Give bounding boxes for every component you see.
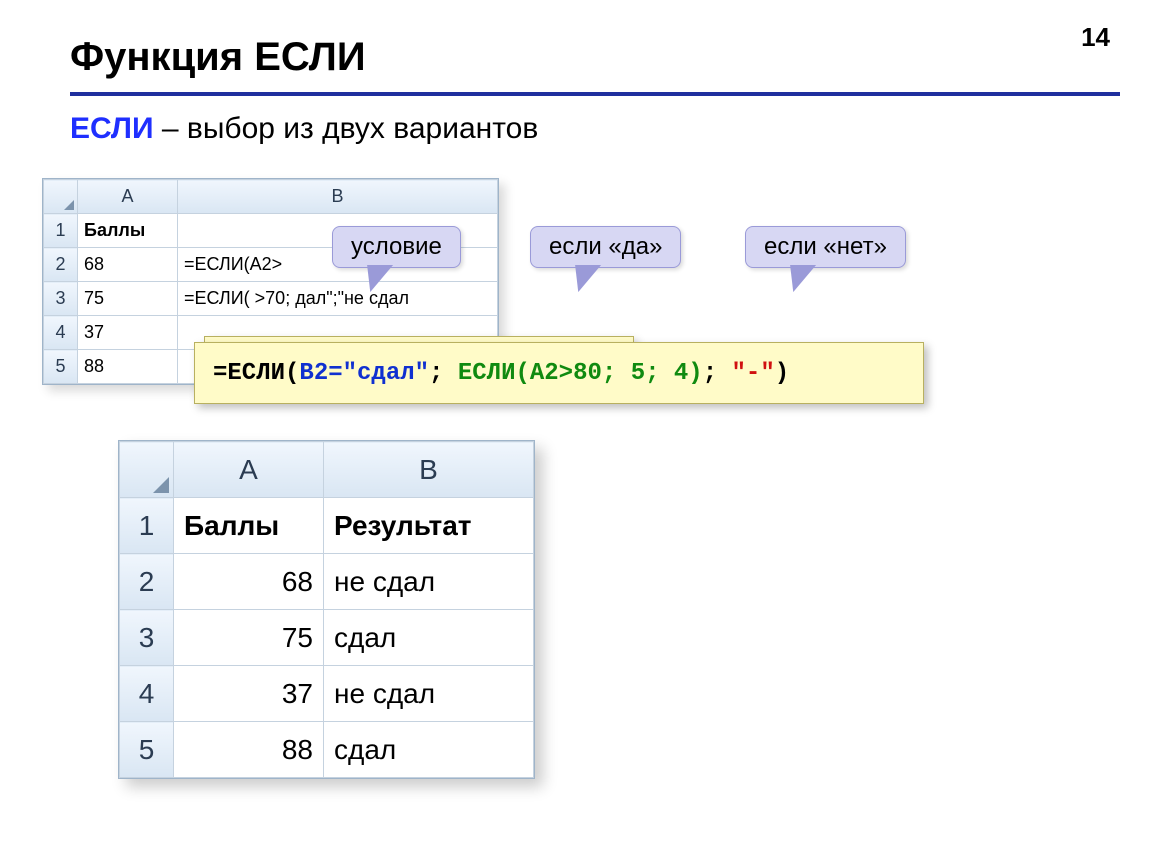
- title-underline: [70, 92, 1120, 96]
- subtitle-keyword: ЕСЛИ: [70, 112, 154, 145]
- callout-label: условие: [351, 233, 442, 260]
- formula-true-branch: ЕСЛИ(A2>80; 5; 4): [458, 360, 703, 387]
- col-header-B[interactable]: B: [324, 442, 534, 498]
- cell-A4[interactable]: 37: [78, 316, 178, 350]
- cell-A4[interactable]: 37: [174, 666, 324, 722]
- callout-if-no: если «нет»: [745, 226, 906, 268]
- col-header-A[interactable]: A: [78, 180, 178, 214]
- select-all-corner[interactable]: [120, 442, 174, 498]
- row-header[interactable]: 1: [44, 214, 78, 248]
- cell-A3[interactable]: 75: [174, 610, 324, 666]
- callout-tail-icon: [781, 266, 814, 292]
- row-header[interactable]: 4: [44, 316, 78, 350]
- cell-B5[interactable]: сдал: [324, 722, 534, 778]
- formula-part: ;: [429, 360, 458, 387]
- formula-part: ;: [703, 360, 732, 387]
- callout-condition: условие: [332, 226, 461, 268]
- select-all-corner[interactable]: [44, 180, 78, 214]
- row-header[interactable]: 5: [44, 350, 78, 384]
- row-header[interactable]: 3: [120, 610, 174, 666]
- formula-part: ): [775, 360, 789, 387]
- col-header-B[interactable]: B: [178, 180, 498, 214]
- cell-B3[interactable]: сдал: [324, 610, 534, 666]
- subtitle: ЕСЛИ – выбор из двух вариантов: [70, 112, 538, 146]
- callout-label: если «да»: [549, 233, 662, 260]
- callout-tail-icon: [566, 266, 599, 292]
- row-header[interactable]: 5: [120, 722, 174, 778]
- row-header[interactable]: 2: [120, 554, 174, 610]
- cell-A3[interactable]: 75: [78, 282, 178, 316]
- formula-box: =ЕСЛИ(B2="сдал"; ЕСЛИ(A2>80; 5; 4); "-"): [194, 342, 924, 404]
- formula-part: =ЕСЛИ(: [213, 360, 299, 387]
- cell-A2[interactable]: 68: [174, 554, 324, 610]
- page-number: 14: [1081, 22, 1110, 53]
- cell-B1[interactable]: Результат: [324, 498, 534, 554]
- row-header[interactable]: 3: [44, 282, 78, 316]
- row-header[interactable]: 1: [120, 498, 174, 554]
- cell-B3[interactable]: =ЕСЛИ( >70; дал";"не сдал: [178, 282, 498, 316]
- spreadsheet-bottom: A B 1 Баллы Результат 2 68 не сдал 3 75 …: [118, 440, 535, 779]
- callout-label: если «нет»: [764, 233, 887, 260]
- formula-false-branch: "-": [732, 360, 775, 387]
- subtitle-rest: – выбор из двух вариантов: [154, 112, 539, 145]
- cell-B4[interactable]: не сдал: [324, 666, 534, 722]
- formula-condition: B2="сдал": [299, 360, 429, 387]
- slide-title: Функция ЕСЛИ: [70, 35, 366, 80]
- row-header[interactable]: 2: [44, 248, 78, 282]
- cell-B2[interactable]: не сдал: [324, 554, 534, 610]
- cell-A1[interactable]: Баллы: [174, 498, 324, 554]
- cell-A5[interactable]: 88: [174, 722, 324, 778]
- cell-A5[interactable]: 88: [78, 350, 178, 384]
- cell-A1[interactable]: Баллы: [78, 214, 178, 248]
- col-header-A[interactable]: A: [174, 442, 324, 498]
- cell-A2[interactable]: 68: [78, 248, 178, 282]
- callout-if-yes: если «да»: [530, 226, 681, 268]
- row-header[interactable]: 4: [120, 666, 174, 722]
